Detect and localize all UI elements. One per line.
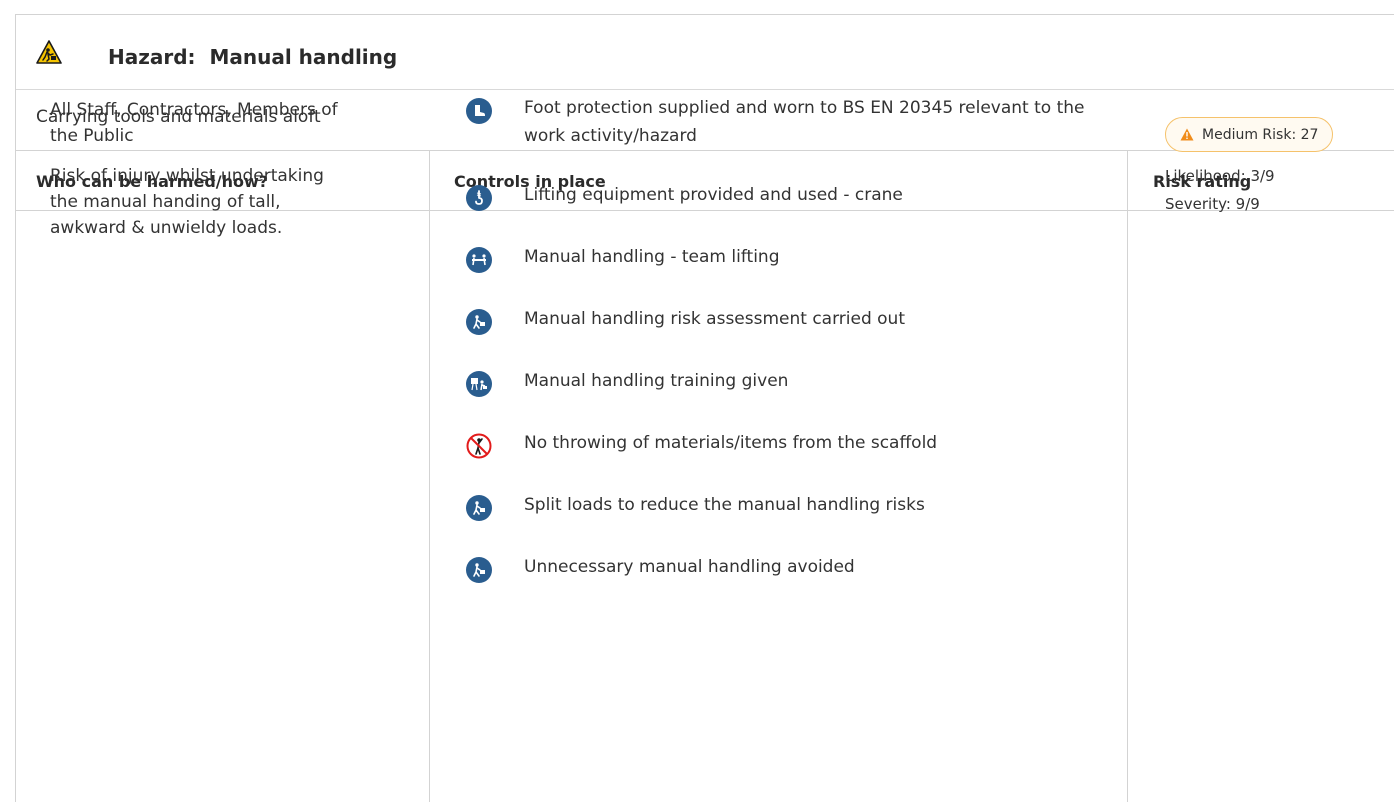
crane-hook-icon <box>466 185 492 211</box>
safety-boot-icon <box>466 98 492 124</box>
manual-handling-warning-icon <box>36 40 62 64</box>
control-text: Manual handling training given <box>524 371 789 391</box>
likelihood: Likelihood: 3/9 <box>1165 167 1275 185</box>
control-text: Manual handling - team lifting <box>524 247 780 267</box>
control-text: Split loads to reduce the manual handlin… <box>524 495 925 515</box>
manual-handling-icon <box>466 557 492 583</box>
list-item: Unnecessary manual handling avoided <box>466 553 1106 615</box>
risk-badge-label: Medium Risk: 27 <box>1202 126 1319 143</box>
severity: Severity: 9/9 <box>1165 195 1260 213</box>
list-item: Manual handling - team lifting <box>466 243 1106 305</box>
manual-handling-icon <box>466 309 492 335</box>
who-cell: All Staff, Contractors, Members of the P… <box>50 97 350 255</box>
team-lifting-icon <box>466 247 492 273</box>
hazard-card: Hazard: Manual handling Carrying tools a… <box>15 14 1394 802</box>
controls-list: Foot protection supplied and worn to BS … <box>466 94 1106 615</box>
list-item: Foot protection supplied and worn to BS … <box>466 94 1106 181</box>
risk-rating-cell: Medium Risk: 27 Likelihood: 3/9 Severity… <box>1165 117 1334 214</box>
control-text: Manual handling risk assessment carried … <box>524 309 905 329</box>
control-text: Unnecessary manual handling avoided <box>524 557 855 577</box>
control-text: Foot protection supplied and worn to BS … <box>524 98 1085 146</box>
column-divider <box>1127 151 1128 802</box>
hazard-header: Hazard: Manual handling <box>16 15 1394 90</box>
hazard-title: Hazard: Manual handling <box>108 45 398 69</box>
list-item: Manual handling training given <box>466 367 1106 429</box>
training-icon <box>466 371 492 397</box>
list-item: Lifting equipment provided and used - cr… <box>466 181 1106 243</box>
who-how: Risk of injury whilst undertaking the ma… <box>50 166 324 238</box>
manual-handling-icon <box>466 495 492 521</box>
column-divider <box>429 151 430 802</box>
list-item: Manual handling risk assessment carried … <box>466 305 1106 367</box>
risk-badge: Medium Risk: 27 <box>1165 117 1334 152</box>
list-item: No throwing of materials/items from the … <box>466 429 1106 491</box>
control-text: No throwing of materials/items from the … <box>524 433 938 453</box>
control-text: Lifting equipment provided and used - cr… <box>524 185 903 205</box>
no-throwing-icon <box>466 433 492 459</box>
list-item: Split loads to reduce the manual handlin… <box>466 491 1106 553</box>
who-people: All Staff, Contractors, Members of the P… <box>50 100 338 146</box>
warning-icon <box>1180 128 1194 141</box>
